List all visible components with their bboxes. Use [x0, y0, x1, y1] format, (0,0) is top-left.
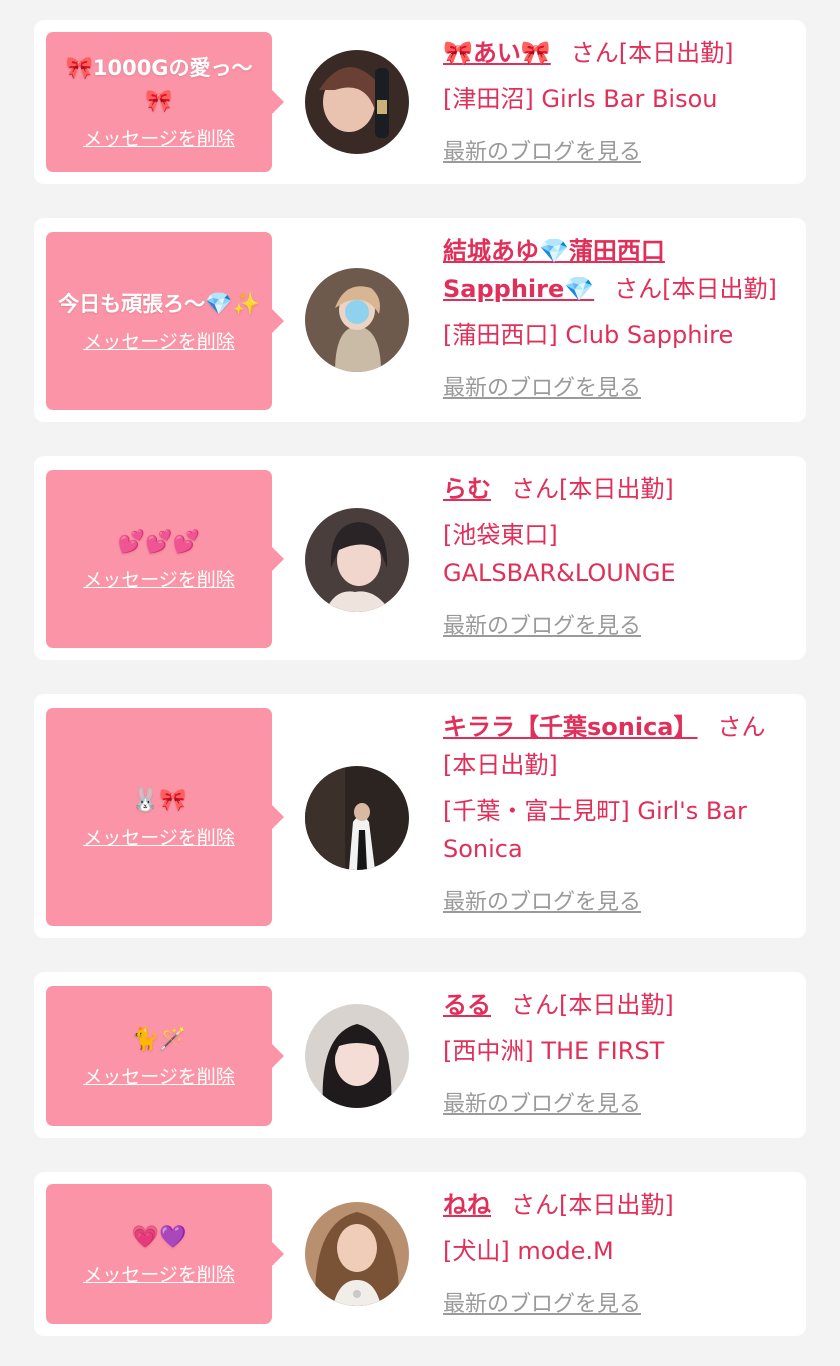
- list-item: 🐰🎀 メッセージを削除 キララ【千葉sonica】 さん[本日出勤] [千葉・富士…: [34, 694, 806, 938]
- delete-message-button[interactable]: メッセージを削除: [83, 1064, 235, 1090]
- message-emoji: 🐈🪄: [131, 1026, 187, 1052]
- cast-name-link[interactable]: ねね: [443, 1191, 491, 1219]
- delete-message-button[interactable]: メッセージを削除: [83, 825, 235, 851]
- message-bubble: 🐈🪄 メッセージを削除: [46, 986, 284, 1126]
- cast-status: さん[本日出勤]: [614, 275, 777, 303]
- cast-info: ねね さん[本日出勤] [犬山] mode.M 最新のブログを見る: [443, 1186, 783, 1324]
- latest-blog-link[interactable]: 最新のブログを見る: [443, 884, 783, 922]
- shop-name: [犬山] mode.M: [443, 1237, 614, 1265]
- latest-blog-link[interactable]: 最新のブログを見る: [443, 1286, 783, 1324]
- shop-name: [蒲田西口] Club Sapphire: [443, 321, 734, 349]
- list-item: 今日も頑張ろ〜💎✨ メッセージを削除 結城あゆ💎蒲田西口Sapphire💎 さん[…: [34, 218, 806, 422]
- delete-message-button[interactable]: メッセージを削除: [83, 126, 235, 152]
- message-bubble: 今日も頑張ろ〜💎✨ メッセージを削除: [46, 232, 284, 410]
- cast-info: 🎀あい🎀 さん[本日出勤] [津田沼] Girls Bar Bisou 最新のブロ…: [443, 34, 783, 172]
- avatar-photo: [305, 268, 409, 372]
- cast-name-link[interactable]: 🎀あい🎀: [443, 39, 551, 67]
- avatar-photo: [305, 1202, 409, 1306]
- delete-message-button[interactable]: メッセージを削除: [83, 1262, 235, 1288]
- latest-blog-link[interactable]: 最新のブログを見る: [443, 134, 783, 172]
- delete-message-button[interactable]: メッセージを削除: [83, 567, 235, 593]
- shop-name: [津田沼] Girls Bar Bisou: [443, 85, 718, 113]
- avatar[interactable]: [305, 508, 409, 612]
- message-text: 💕💕💕: [118, 526, 200, 559]
- delete-message-button[interactable]: メッセージを削除: [83, 329, 235, 355]
- message-list: 🎀1000Gの愛っ〜🎀 メッセージを削除 🎀あい🎀 さん[本日出勤] [津田沼] …: [0, 0, 840, 1366]
- avatar[interactable]: [305, 1004, 409, 1108]
- message-bubble: 💗💜 メッセージを削除: [46, 1184, 284, 1324]
- avatar-photo: [305, 508, 409, 612]
- message-body: 1000Gの愛っ〜: [92, 56, 253, 80]
- list-item: 🐈🪄 メッセージを削除 るる さん[本日出勤] [西中洲] THE FIRST 最…: [34, 972, 806, 1138]
- cast-status: さん[本日出勤]: [511, 991, 674, 1019]
- message-emoji: 💎✨: [205, 291, 260, 317]
- latest-blog-link[interactable]: 最新のブログを見る: [443, 608, 783, 646]
- list-item: 💗💜 メッセージを削除 ねね さん[本日出勤] [犬山] mode.M 最新のブロ…: [34, 1172, 806, 1336]
- cast-name-link[interactable]: らむ: [443, 475, 491, 503]
- message-emoji: 💕💕💕: [117, 529, 201, 555]
- message-emoji: 🐰🎀: [131, 787, 187, 813]
- cast-name-link[interactable]: キララ【千葉sonica】: [443, 713, 698, 741]
- shop-name: [西中洲] THE FIRST: [443, 1037, 665, 1065]
- message-text: 🐈🪄: [132, 1023, 187, 1056]
- message-bubble: 🎀1000Gの愛っ〜🎀 メッセージを削除: [46, 32, 284, 172]
- avatar[interactable]: [305, 268, 409, 372]
- latest-blog-link[interactable]: 最新のブログを見る: [443, 1086, 783, 1124]
- list-item: 🎀1000Gの愛っ〜🎀 メッセージを削除 🎀あい🎀 さん[本日出勤] [津田沼] …: [34, 20, 806, 184]
- cast-info: キララ【千葉sonica】 さん[本日出勤] [千葉・富士見町] Girl's B…: [443, 708, 783, 922]
- cast-status: さん[本日出勤]: [511, 475, 674, 503]
- avatar[interactable]: [305, 1202, 409, 1306]
- shop-name: [千葉・富士見町] Girl's Bar Sonica: [443, 797, 747, 863]
- message-emoji: 🎀: [145, 89, 173, 114]
- list-item: 💕💕💕 メッセージを削除 らむ さん[本日出勤] [池袋東口] GALSBAR&L…: [34, 456, 806, 660]
- cast-name-link[interactable]: るる: [443, 991, 491, 1019]
- message-body: 今日も頑張ろ〜: [58, 291, 206, 316]
- avatar[interactable]: [305, 50, 409, 154]
- cast-info: 結城あゆ💎蒲田西口Sapphire💎 さん[本日出勤] [蒲田西口] Club S…: [443, 232, 783, 408]
- shop-name: [池袋東口] GALSBAR&LOUNGE: [443, 521, 676, 587]
- avatar-photo: [305, 50, 409, 154]
- cast-info: らむ さん[本日出勤] [池袋東口] GALSBAR&LOUNGE 最新のブログを…: [443, 470, 783, 646]
- message-text: 🐰🎀: [132, 784, 187, 817]
- cast-status: さん[本日出勤]: [511, 1191, 674, 1219]
- avatar[interactable]: [305, 766, 409, 870]
- cast-status: さん[本日出勤]: [570, 39, 734, 67]
- message-emoji: 💗💜: [131, 1224, 187, 1250]
- cast-info: るる さん[本日出勤] [西中洲] THE FIRST 最新のブログを見る: [443, 986, 783, 1124]
- message-text: 💗💜: [132, 1221, 187, 1254]
- avatar-photo: [305, 1004, 409, 1108]
- latest-blog-link[interactable]: 最新のブログを見る: [443, 370, 783, 408]
- avatar-photo: [305, 766, 409, 870]
- message-text: 今日も頑張ろ〜💎✨: [58, 288, 260, 321]
- message-emoji: 🎀: [65, 56, 93, 81]
- message-bubble: 💕💕💕 メッセージを削除: [46, 470, 284, 648]
- message-bubble: 🐰🎀 メッセージを削除: [46, 708, 284, 926]
- message-text: 🎀1000Gの愛っ〜🎀: [58, 52, 260, 118]
